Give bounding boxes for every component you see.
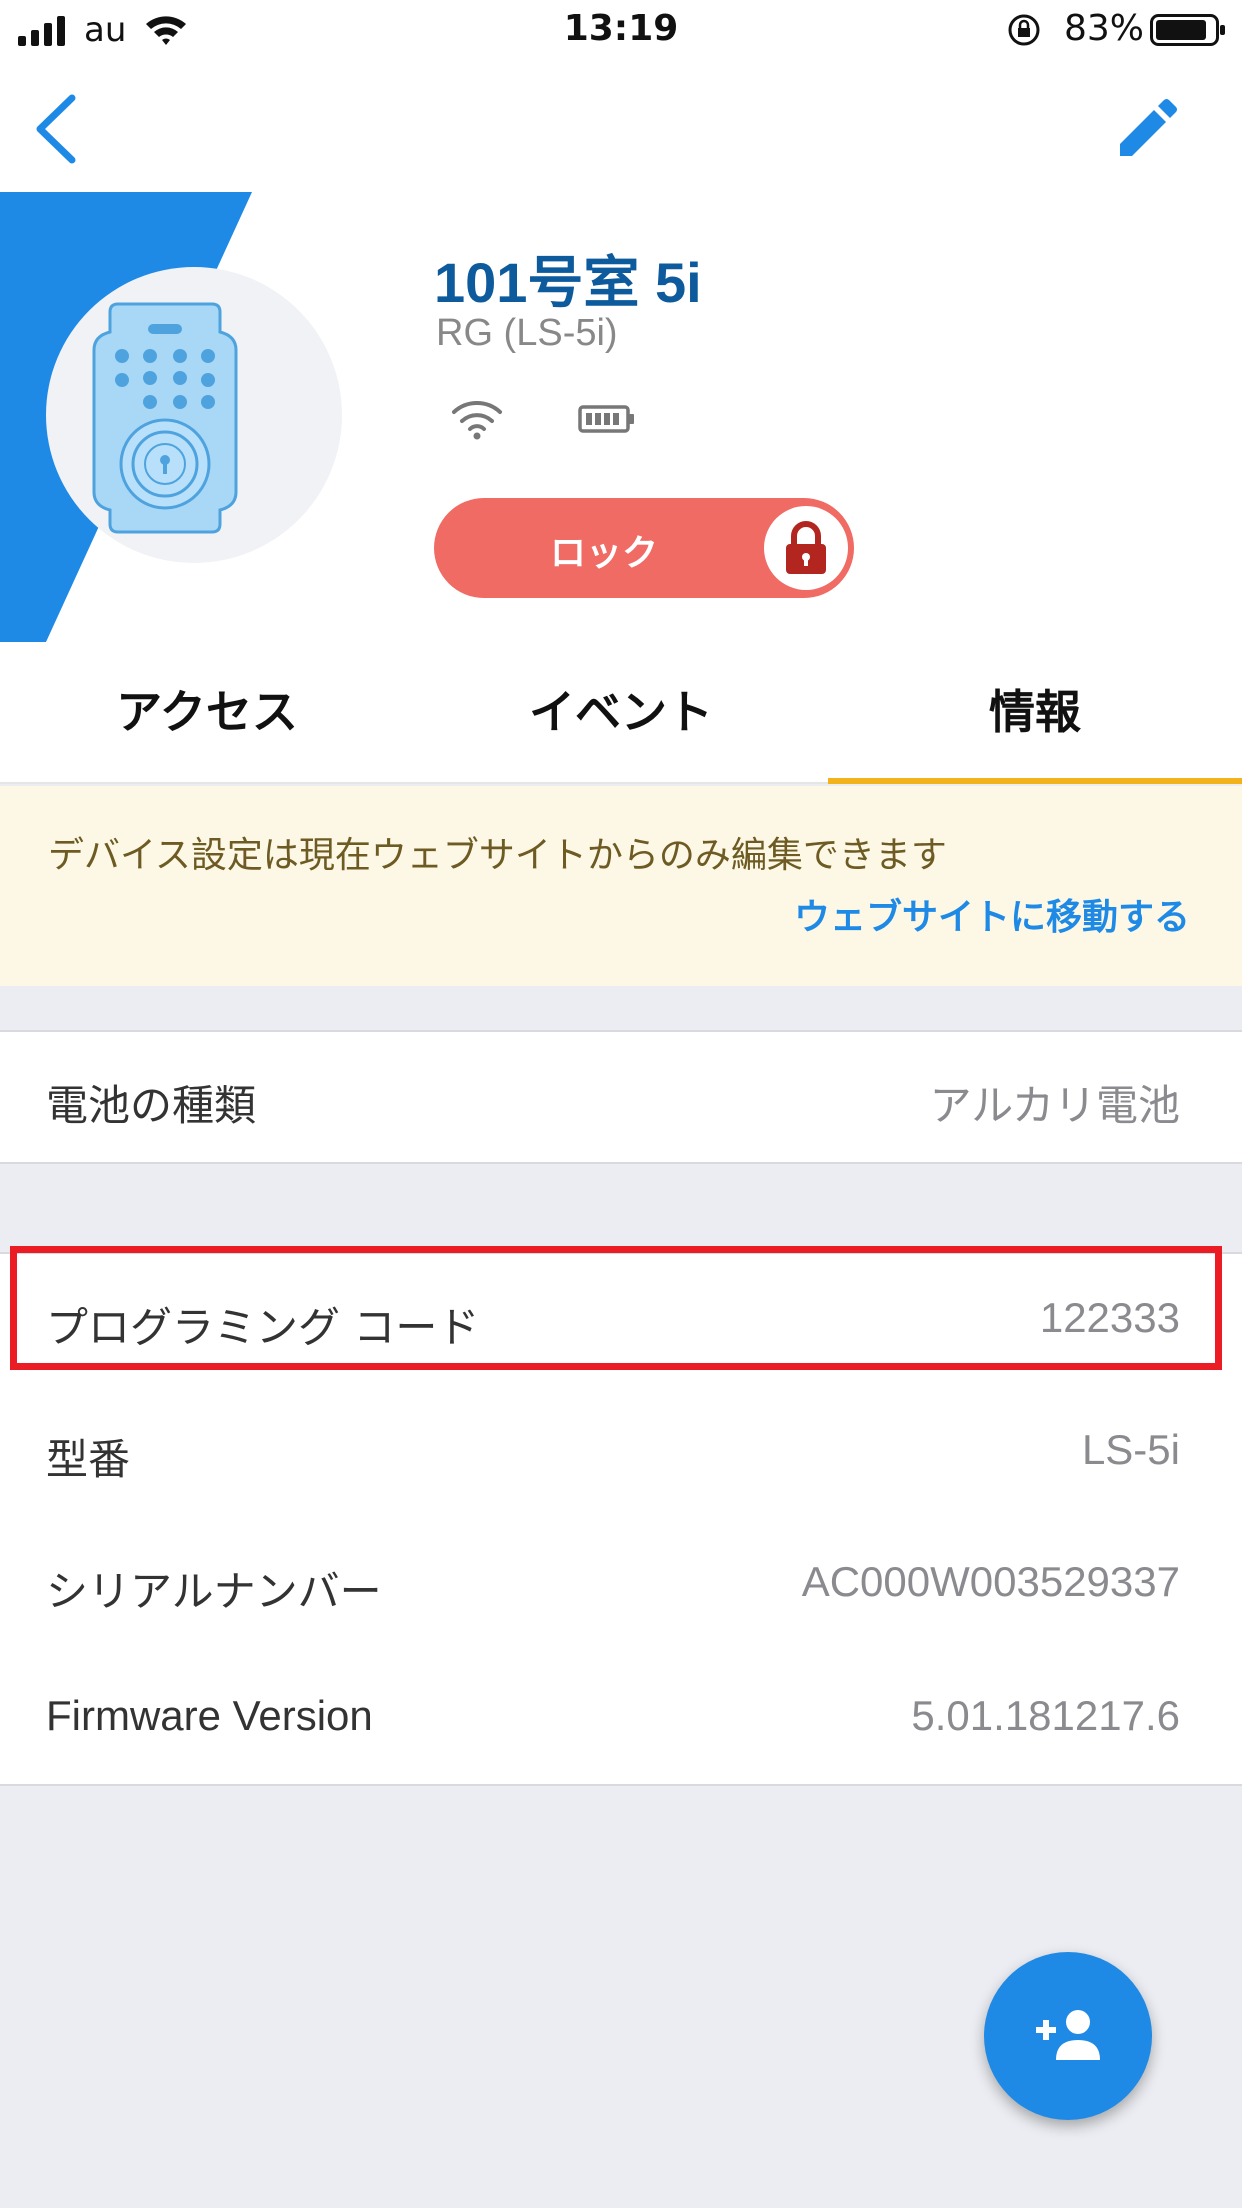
deadbolt-keypad-icon bbox=[92, 302, 238, 534]
battery-percent: 83% bbox=[1064, 8, 1145, 49]
add-user-button[interactable] bbox=[984, 1952, 1152, 2120]
device-name: 101号室 5i bbox=[434, 251, 702, 314]
back-chevron-icon[interactable] bbox=[30, 92, 84, 166]
lock-toggle-button[interactable]: ロック bbox=[434, 498, 854, 598]
firmware-version-label: Firmware Version bbox=[46, 1692, 373, 1739]
battery-type-label: 電池の種類 bbox=[46, 1081, 257, 1130]
battery-status-icon bbox=[578, 405, 634, 433]
model-number-value: LS-5i bbox=[1081, 1426, 1180, 1473]
highlight-annotation-box bbox=[10, 1246, 1222, 1370]
info-banner: デバイス設定は現在ウェブサイトからのみ編集できます ウェブサイトに移動する bbox=[0, 786, 1242, 986]
tab-info[interactable]: 情報 bbox=[828, 642, 1242, 784]
tab-events[interactable]: イベント bbox=[414, 642, 828, 784]
battery-icon bbox=[1150, 14, 1225, 46]
serial-number-label: シリアルナンバー bbox=[46, 1567, 382, 1616]
model-number-row: 型番 LS-5i bbox=[0, 1386, 1242, 1518]
serial-number-value: AC000W003529337 bbox=[801, 1558, 1180, 1605]
device-header: 101号室 5i RG (LS-5i) ロック bbox=[0, 62, 1242, 642]
status-bar: au 13:19 83% bbox=[0, 0, 1242, 62]
firmware-version-value: 5.01.181217.6 bbox=[911, 1692, 1180, 1739]
firmware-version-row: Firmware Version 5.01.181217.6 bbox=[0, 1652, 1242, 1784]
clock: 13:19 bbox=[563, 8, 679, 49]
rotation-lock-icon bbox=[1008, 14, 1040, 46]
banner-message: デバイス設定は現在ウェブサイトからのみ編集できます bbox=[48, 835, 947, 876]
lock-toggle-knob bbox=[764, 506, 848, 590]
wifi-status-icon bbox=[452, 401, 502, 440]
tab-access[interactable]: アクセス bbox=[0, 642, 414, 784]
device-model: RG (LS-5i) bbox=[436, 312, 618, 354]
add-user-icon bbox=[1036, 2010, 1100, 2060]
tab-indicator bbox=[828, 778, 1242, 784]
padlock-icon bbox=[786, 521, 826, 574]
battery-type-row[interactable]: 電池の種類 アルカリ電池 bbox=[0, 1032, 1242, 1164]
serial-number-row: シリアルナンバー AC000W003529337 bbox=[0, 1518, 1242, 1650]
go-to-website-link[interactable]: ウェブサイトに移動する bbox=[794, 888, 1190, 940]
battery-type-group: 電池の種類 アルカリ電池 bbox=[0, 1030, 1242, 1164]
model-number-label: 型番 bbox=[46, 1435, 131, 1484]
battery-type-value: アルカリ電池 bbox=[929, 1082, 1180, 1129]
lock-toggle-label: ロック bbox=[549, 533, 658, 574]
tab-bar: アクセス イベント 情報 bbox=[0, 642, 1242, 784]
pencil-icon[interactable] bbox=[1114, 98, 1178, 162]
